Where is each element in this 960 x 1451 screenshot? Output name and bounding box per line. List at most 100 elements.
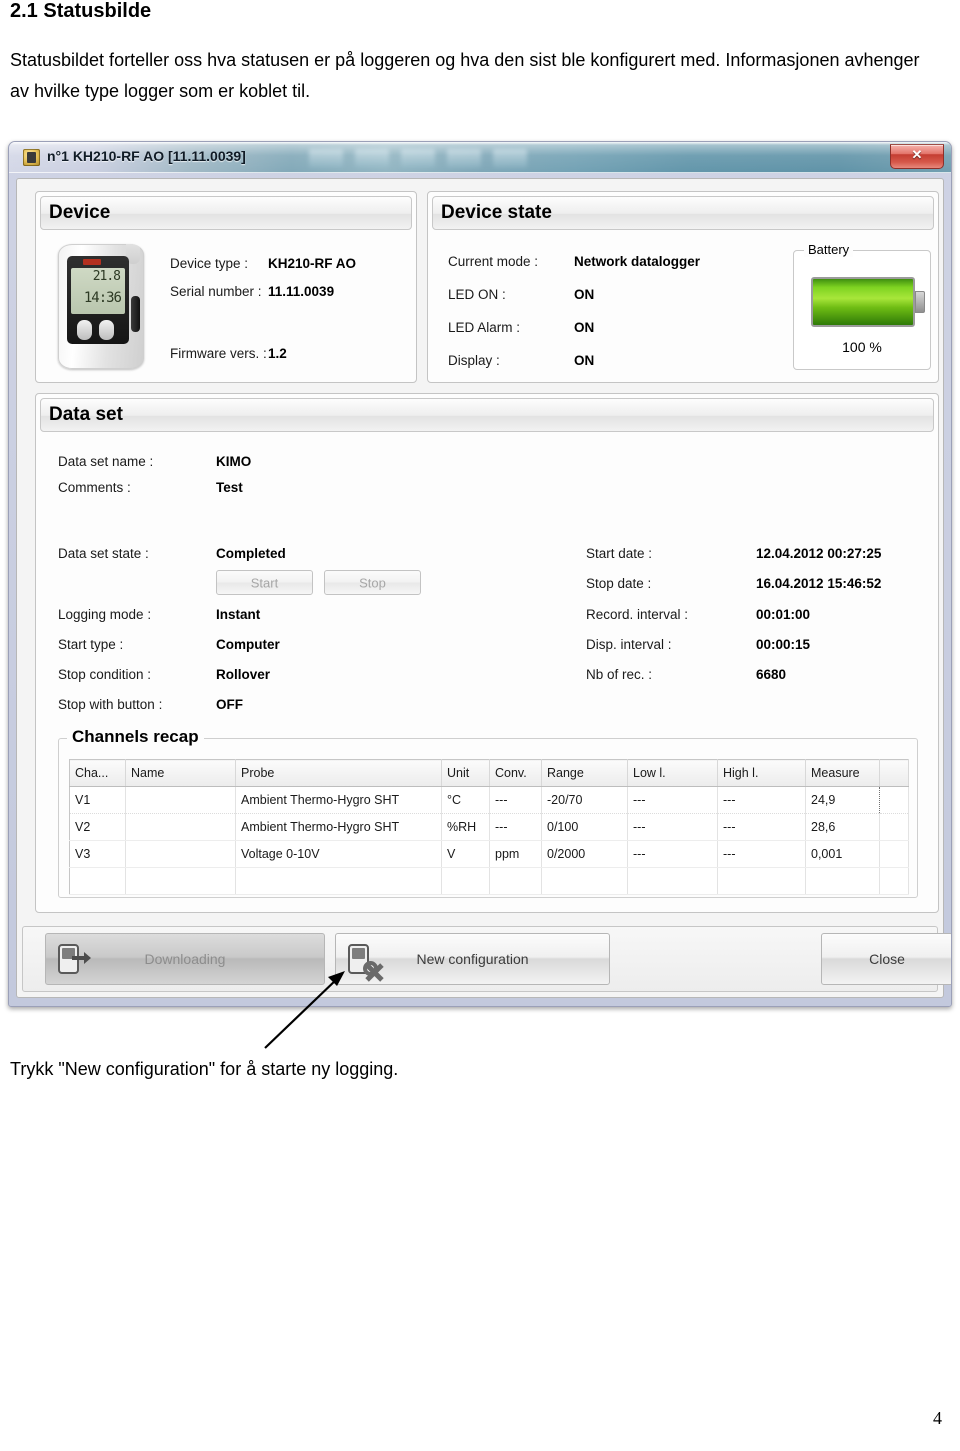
channels-recap-legend: Channels recap: [67, 727, 204, 747]
cell-probe: Voltage 0-10V: [235, 840, 442, 868]
col-high-limit[interactable]: High l.: [717, 759, 806, 787]
cell-range: 0/2000: [541, 840, 628, 868]
serial-number-value: 11.11.0039: [268, 284, 335, 299]
device-group: Device 21.8 14:36 Device type : KH210-RF…: [35, 191, 417, 383]
window-titlebar: n°1 KH210-RF AO [11.11.0039] ✕: [9, 142, 951, 173]
downloading-button-label: Downloading: [144, 951, 226, 967]
start-type-label: Start type :: [58, 637, 124, 652]
current-mode-value: Network datalogger: [574, 254, 701, 269]
battery-legend: Battery: [804, 242, 854, 257]
cell-channel: V1: [69, 786, 126, 814]
col-spacer: [879, 759, 909, 787]
stop-button-label: Stop: [359, 575, 386, 590]
cell-measure: 0,001: [805, 840, 880, 868]
disp-interval-value: 00:00:15: [756, 637, 811, 652]
led-alarm-value: ON: [574, 320, 595, 335]
start-type-value: Computer: [216, 637, 280, 652]
cell-low-limit: ---: [627, 840, 718, 868]
record-interval-value: 00:01:00: [756, 607, 811, 622]
cell-channel: V3: [69, 840, 126, 868]
cell-range: 0/100: [541, 813, 628, 841]
start-button-label: Start: [250, 575, 279, 590]
page-number: 4: [933, 1408, 942, 1428]
current-mode-label: Current mode :: [448, 254, 539, 269]
col-low-limit[interactable]: Low l.: [627, 759, 718, 787]
cell-low-limit: ---: [627, 786, 718, 814]
start-date-value: 12.04.2012 00:27:25: [756, 546, 882, 561]
logging-mode-label: Logging mode :: [58, 607, 152, 622]
stop-with-button-value: OFF: [216, 697, 243, 712]
col-unit[interactable]: Unit: [441, 759, 490, 787]
col-probe[interactable]: Probe: [235, 759, 442, 787]
cell-measure: 24,9: [805, 786, 880, 814]
led-on-value: ON: [574, 287, 595, 302]
table-row[interactable]: V1 Ambient Thermo-Hygro SHT °C --- -20/7…: [69, 786, 909, 814]
cell-measure: 28,6: [805, 813, 880, 841]
col-conv[interactable]: Conv.: [489, 759, 542, 787]
col-channel[interactable]: Cha...: [69, 759, 126, 787]
cell-unit: °C: [441, 786, 490, 814]
comments-label: Comments :: [58, 480, 131, 495]
serial-number-label: Serial number :: [170, 284, 262, 299]
channels-recap-fieldset: Channels recap Cha... Name Probe Unit Co…: [58, 727, 918, 898]
table-row[interactable]: V2 Ambient Thermo-Hygro SHT %RH --- 0/10…: [69, 813, 909, 841]
cell-unit: %RH: [441, 813, 490, 841]
battery-cap: [915, 291, 925, 313]
cell-high-limit: ---: [717, 786, 806, 814]
cell-channel: V2: [69, 813, 126, 841]
cell-probe: Ambient Thermo-Hygro SHT: [235, 786, 442, 814]
firmware-version-value: 1.2: [268, 346, 287, 361]
channels-recap-table: Cha... Name Probe Unit Conv. Range Low l…: [69, 759, 909, 895]
record-interval-label: Record. interval :: [586, 607, 689, 622]
data-set-state-value: Completed: [216, 546, 286, 561]
led-alarm-label: LED Alarm :: [448, 320, 521, 335]
cell-probe: Ambient Thermo-Hygro SHT: [235, 813, 442, 841]
new-configuration-button[interactable]: New configuration: [335, 933, 610, 985]
led-on-label: LED ON :: [448, 287, 506, 302]
logging-mode-value: Instant: [216, 607, 261, 622]
close-button-label: Close: [869, 951, 905, 967]
cell-range: -20/70: [541, 786, 628, 814]
close-window-button[interactable]: ✕: [890, 144, 944, 169]
device-type-value: KH210-RF AO: [268, 256, 357, 271]
start-date-label: Start date :: [586, 546, 653, 561]
device-state-group-header: Device state: [432, 196, 934, 230]
col-name[interactable]: Name: [125, 759, 236, 787]
close-button[interactable]: Close: [821, 933, 951, 985]
device-state-group-title: Device state: [441, 202, 552, 223]
intro-paragraph: Statusbildet forteller oss hva statusen …: [10, 50, 920, 101]
cell-conv: ppm: [489, 840, 542, 868]
col-range[interactable]: Range: [541, 759, 628, 787]
col-measure[interactable]: Measure: [805, 759, 880, 787]
table-row[interactable]: V3 Voltage 0-10V V ppm 0/2000 --- --- 0,…: [69, 840, 909, 868]
window-toolbar: Downloading New configuration Close: [22, 926, 951, 992]
stop-condition-value: Rollover: [216, 667, 271, 682]
table-row-empty[interactable]: [69, 867, 909, 895]
stop-button[interactable]: Stop: [324, 570, 421, 595]
battery-level-bar: [811, 277, 915, 327]
device-group-title: Device: [49, 202, 111, 223]
nb-of-rec-label: Nb of rec. :: [586, 667, 653, 682]
disp-interval-label: Disp. interval :: [586, 637, 672, 652]
battery-indicator: Battery 100 %: [793, 242, 931, 370]
data-set-name-label: Data set name :: [58, 454, 154, 469]
stop-date-label: Stop date :: [586, 576, 652, 591]
downloading-button: Downloading: [45, 933, 325, 985]
comments-value: Test: [216, 480, 243, 495]
start-button[interactable]: Start: [216, 570, 313, 595]
application-window: n°1 KH210-RF AO [11.11.0039] ✕ Device 21…: [8, 141, 952, 1007]
data-set-name-value: KIMO: [216, 454, 252, 469]
device-group-header: Device: [40, 196, 412, 230]
cell-high-limit: ---: [717, 813, 806, 841]
figure-caption: Trykk "New configuration" for å starte n…: [10, 1059, 399, 1079]
cell-name: [125, 813, 236, 841]
window-content: Device 21.8 14:36 Device type : KH210-RF…: [16, 178, 951, 998]
device-lcd-line2: 14:36: [83, 290, 122, 306]
battery-percent: 100 %: [842, 339, 882, 355]
display-label: Display :: [448, 353, 500, 368]
stop-with-button-label: Stop with button :: [58, 697, 163, 712]
device-lcd-line1: 21.8: [92, 269, 121, 284]
titlebar-blur-decoration: [309, 144, 569, 172]
display-value: ON: [574, 353, 595, 368]
device-photo: 21.8 14:36: [58, 244, 144, 369]
